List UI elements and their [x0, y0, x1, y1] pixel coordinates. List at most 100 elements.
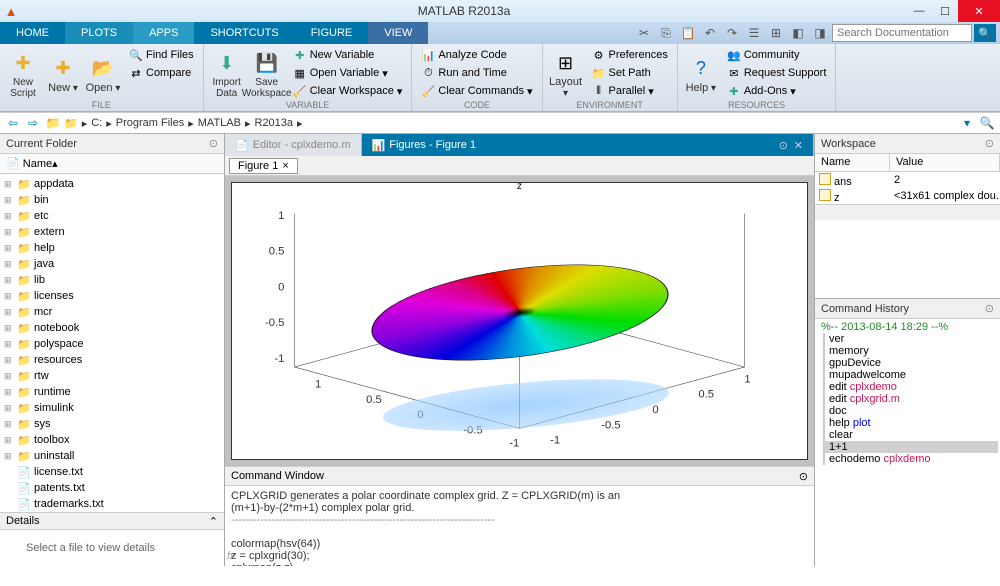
tree-item[interactable]: ⊞📁licenses — [0, 288, 224, 304]
qat4-icon[interactable]: ◨ — [810, 24, 830, 42]
cut-icon[interactable]: ✂ — [634, 24, 654, 42]
clear-commands-button[interactable]: 🧹Clear Commands ▾ — [416, 82, 537, 100]
open-button[interactable]: 📂Open ▾ — [84, 46, 122, 100]
parallel-button[interactable]: ⫴Parallel ▾ — [587, 82, 673, 100]
new-script-button[interactable]: ✚New Script — [4, 46, 42, 100]
paste-icon[interactable]: 📋 — [678, 24, 698, 42]
minimize-button[interactable]: — — [906, 0, 932, 22]
redo-icon[interactable]: ↷ — [722, 24, 742, 42]
add-ons-button[interactable]: ✚Add-Ons ▾ — [722, 82, 832, 100]
tree-item[interactable]: ⊞📁help — [0, 240, 224, 256]
fx-prompt-icon[interactable]: fx — [227, 551, 235, 562]
current-folder-gear-icon[interactable]: ⊙ — [209, 137, 218, 150]
ws-name-header[interactable]: Name — [815, 154, 890, 171]
open-variable-button[interactable]: ▦Open Variable ▾ — [288, 64, 408, 82]
history-line[interactable]: ver — [823, 333, 998, 345]
tree-item[interactable]: ⊞📁sys — [0, 416, 224, 432]
tree-item[interactable]: ⊞📁extern — [0, 224, 224, 240]
tab-home[interactable]: HOME — [0, 22, 65, 44]
figure-tab-close-icon[interactable]: × — [282, 160, 288, 172]
set-path-button[interactable]: 📁Set Path — [587, 64, 673, 82]
folder-tree[interactable]: ⊞📁appdata⊞📁bin⊞📁etc⊞📁extern⊞📁help⊞📁java⊞… — [0, 174, 224, 512]
new-button[interactable]: ✚New ▾ — [44, 46, 82, 100]
clear-workspace-button[interactable]: 🧹Clear Workspace ▾ — [288, 82, 408, 100]
compare-button[interactable]: ⇄Compare — [124, 64, 199, 82]
import-data-button[interactable]: ⬇Import Data — [208, 46, 246, 100]
copy-icon[interactable]: ⎘ — [656, 24, 676, 42]
figures-close-icon[interactable]: ✕ — [794, 139, 803, 152]
command-window-gear-icon[interactable]: ⊙ — [799, 470, 808, 483]
tab-figure[interactable]: FIGURE — [295, 22, 369, 44]
tab-plots[interactable]: PLOTS — [65, 22, 133, 44]
maximize-button[interactable]: ☐ — [932, 0, 958, 22]
tree-item[interactable]: ⊞📁mcr — [0, 304, 224, 320]
qat2-icon[interactable]: ⊞ — [766, 24, 786, 42]
figures-gear-icon[interactable]: ⊙ — [779, 139, 788, 152]
history-line[interactable]: 1+1 — [823, 441, 998, 453]
history-line[interactable]: echodemo cplxdemo — [823, 453, 998, 465]
path-search-icon[interactable]: 🔍 — [978, 114, 996, 132]
workspace-scrollbar[interactable] — [815, 204, 1000, 220]
close-button[interactable]: ✕ — [958, 0, 1000, 22]
tree-item[interactable]: ⊞📁bin — [0, 192, 224, 208]
tree-item[interactable]: ⊞📁appdata — [0, 176, 224, 192]
tree-item[interactable]: ⊞📁lib — [0, 272, 224, 288]
search-button[interactable]: 🔍 — [974, 24, 996, 42]
history-line[interactable]: gpuDevice — [823, 357, 998, 369]
figures-tab[interactable]: 📊 Figures - Figure 1⊙✕ — [362, 134, 814, 156]
find-files-button[interactable]: 🔍Find Files — [124, 46, 199, 64]
tab-apps[interactable]: APPS — [133, 22, 194, 44]
save-workspace-button[interactable]: 💾Save Workspace — [248, 46, 286, 100]
tree-item[interactable]: ⊞📁runtime — [0, 384, 224, 400]
search-input[interactable] — [832, 24, 972, 42]
tree-item[interactable]: ⊞📁simulink — [0, 400, 224, 416]
qat-icon[interactable]: ☰ — [744, 24, 764, 42]
undo-icon[interactable]: ↶ — [700, 24, 720, 42]
new-variable-button[interactable]: ✚New Variable — [288, 46, 408, 64]
workspace-row[interactable]: ans2 — [815, 172, 1000, 188]
command-window[interactable]: CPLXGRID generates a polar coordinate co… — [225, 486, 814, 566]
tree-item[interactable]: 📄license.txt — [0, 464, 224, 480]
figure-1-tab[interactable]: Figure 1 × — [229, 158, 298, 174]
tree-item[interactable]: ⊞📁etc — [0, 208, 224, 224]
tree-item[interactable]: ⊞📁toolbox — [0, 432, 224, 448]
breadcrumb[interactable]: 📁 ▸ C: ▸ Program Files ▸ MATLAB ▸ R2013a… — [64, 117, 956, 130]
qat3-icon[interactable]: ◧ — [788, 24, 808, 42]
figure-canvas[interactable]: z 1 0.5 0 -0.5 -1 1 0.5 — [225, 176, 814, 466]
layout-button[interactable]: ⊞Layout ▾ — [547, 46, 585, 100]
help-button[interactable]: ?Help ▾ — [682, 46, 720, 100]
details-title[interactable]: Details⌃ — [0, 512, 224, 530]
request-support-button[interactable]: ✉Request Support — [722, 64, 832, 82]
tree-item[interactable]: ⊞📁uninstall — [0, 448, 224, 464]
tree-item[interactable]: ⊞📁rtw — [0, 368, 224, 384]
history-line[interactable]: mupadwelcome — [823, 369, 998, 381]
tree-item[interactable]: ⊞📁notebook — [0, 320, 224, 336]
history-gear-icon[interactable]: ⊙ — [985, 302, 994, 315]
workspace-row[interactable]: z<31x61 complex dou... — [815, 188, 1000, 204]
run-and-time-button[interactable]: ⏱Run and Time — [416, 64, 537, 82]
tab-view[interactable]: VIEW — [368, 22, 428, 44]
tab-shortcuts[interactable]: SHORTCUTS — [194, 22, 294, 44]
history-line[interactable]: memory — [823, 345, 998, 357]
tree-item[interactable]: ⊞📁java — [0, 256, 224, 272]
up-button[interactable]: 📁 — [44, 114, 62, 132]
ws-value-header[interactable]: Value — [890, 154, 1000, 171]
preferences-button[interactable]: ⚙Preferences — [587, 46, 673, 64]
history-line[interactable]: help plot — [823, 417, 998, 429]
editor-tab[interactable]: 📄 Editor - cplxdemo.m — [225, 134, 362, 156]
tree-item[interactable]: 📄patents.txt — [0, 480, 224, 496]
forward-button[interactable]: ⇨ — [24, 114, 42, 132]
tree-item[interactable]: 📄trademarks.txt — [0, 496, 224, 512]
history-line[interactable]: edit cplxgrid.m — [823, 393, 998, 405]
path-dropdown-icon[interactable]: ▾ — [958, 114, 976, 132]
analyze-code-button[interactable]: 📊Analyze Code — [416, 46, 537, 64]
tree-item[interactable]: ⊞📁polyspace — [0, 336, 224, 352]
community-button[interactable]: 👥Community — [722, 46, 832, 64]
name-column-header[interactable]: Name — [23, 158, 52, 170]
history-line[interactable]: doc — [823, 405, 998, 417]
tree-item[interactable]: ⊞📁resources — [0, 352, 224, 368]
history-line[interactable]: clear — [823, 429, 998, 441]
workspace-gear-icon[interactable]: ⊙ — [985, 137, 994, 150]
back-button[interactable]: ⇦ — [4, 114, 22, 132]
command-history-list[interactable]: %-- 2013-08-14 18:29 --%vermemorygpuDevi… — [815, 319, 1000, 586]
